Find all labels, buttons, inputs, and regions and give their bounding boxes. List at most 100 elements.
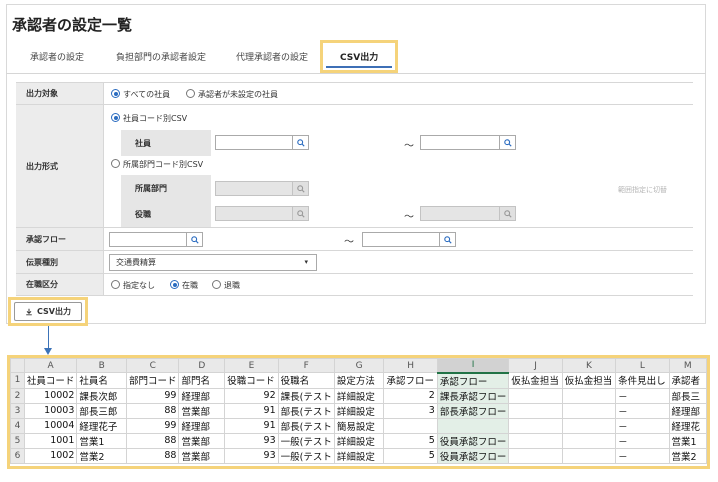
radio-by-employee-code[interactable] (111, 113, 120, 122)
row-header[interactable]: 5 (10, 432, 25, 449)
table-cell[interactable]: 承認フロー (383, 372, 438, 389)
table-cell[interactable]: 役員承認フロー (436, 432, 510, 449)
table-cell[interactable]: 条件見出し (615, 372, 670, 389)
table-cell[interactable]: 課長次郎 (76, 387, 127, 404)
table-cell[interactable]: 2 (383, 387, 438, 404)
position-to-input[interactable] (420, 206, 500, 221)
column-header[interactable]: G (333, 358, 385, 373)
row-header[interactable]: 2 (10, 387, 25, 404)
row-header[interactable]: 6 (10, 447, 25, 464)
table-cell[interactable]: 91 (224, 402, 279, 419)
row-header[interactable]: 3 (10, 402, 25, 419)
table-cell[interactable]: 承認者 (668, 372, 707, 389)
table-cell[interactable]: 1002 (23, 447, 78, 464)
approval-flow-to-input[interactable] (362, 232, 440, 247)
table-cell[interactable]: 88 (125, 432, 180, 449)
tab-approver-settings[interactable]: 承認者の設定 (30, 50, 84, 63)
csv-output-button[interactable]: CSV出力 (14, 302, 82, 321)
table-cell[interactable]: 営業1 (668, 432, 707, 449)
approval-flow-from-input[interactable] (109, 232, 187, 247)
table-cell[interactable]: 経理部 (668, 402, 707, 419)
table-cell[interactable]: 社員名 (76, 372, 127, 389)
radio-unset-employees[interactable] (186, 89, 195, 98)
table-cell[interactable]: 経理花 (668, 417, 707, 434)
table-cell[interactable]: － (615, 432, 670, 449)
table-cell[interactable] (508, 387, 563, 404)
table-cell[interactable]: 92 (224, 387, 279, 404)
table-cell[interactable]: － (615, 387, 670, 404)
column-header[interactable]: B (76, 358, 127, 373)
table-cell[interactable]: 詳細設定 (333, 432, 385, 449)
position-from-search-button[interactable] (292, 206, 309, 221)
column-header[interactable]: C (125, 358, 180, 373)
table-cell[interactable]: 91 (224, 417, 279, 434)
table-cell[interactable]: 課長承認フロー (436, 387, 510, 404)
table-cell[interactable]: 経理花子 (76, 417, 127, 434)
position-to-search-button[interactable] (499, 206, 516, 221)
column-header[interactable]: D (178, 358, 226, 373)
table-cell[interactable]: 93 (224, 447, 279, 464)
column-header[interactable]: F (277, 358, 335, 373)
table-cell[interactable]: 99 (125, 387, 180, 404)
table-cell[interactable]: 部長承認フロー (436, 402, 510, 419)
table-cell[interactable] (508, 402, 563, 419)
table-cell[interactable]: 設定方法 (333, 372, 385, 389)
table-cell[interactable]: 10003 (23, 402, 78, 419)
table-cell[interactable] (561, 417, 617, 434)
table-cell[interactable]: 88 (125, 402, 180, 419)
table-cell[interactable] (561, 447, 617, 464)
tab-proxy-approver[interactable]: 代理承認者の設定 (236, 50, 308, 63)
approval-flow-from-search-button[interactable] (186, 232, 203, 247)
table-cell[interactable] (508, 447, 563, 464)
column-header[interactable]: L (615, 358, 670, 373)
table-cell[interactable]: 99 (125, 417, 180, 434)
table-cell[interactable]: 一般(テスト (277, 432, 335, 449)
table-cell[interactable]: 5 (383, 432, 438, 449)
table-cell[interactable]: 1001 (23, 432, 78, 449)
tab-cost-department-approver[interactable]: 負担部門の承認者設定 (116, 50, 206, 63)
table-cell[interactable]: 部長(テスト (277, 417, 335, 434)
table-cell[interactable]: 部長三郎 (76, 402, 127, 419)
table-cell[interactable] (508, 417, 563, 434)
table-cell[interactable]: 営業2 (668, 447, 707, 464)
table-cell[interactable]: 88 (125, 447, 180, 464)
table-cell[interactable]: 簡易設定 (333, 417, 385, 434)
table-cell[interactable] (508, 432, 563, 449)
table-cell[interactable]: 役職コード (224, 372, 279, 389)
column-header[interactable]: H (383, 358, 438, 373)
table-cell[interactable]: 営業部 (178, 402, 226, 419)
table-cell[interactable]: 社員コード (23, 372, 78, 389)
table-cell[interactable]: 営業2 (76, 447, 127, 464)
table-cell[interactable] (561, 387, 617, 404)
range-toggle-link[interactable]: 範囲指定に切替 (618, 185, 667, 195)
table-cell[interactable] (383, 417, 438, 434)
approval-flow-to-search-button[interactable] (439, 232, 456, 247)
department-search-button[interactable] (292, 181, 309, 196)
table-cell[interactable]: 10004 (23, 417, 78, 434)
radio-retired[interactable] (212, 280, 221, 289)
table-cell[interactable]: 部長三 (668, 387, 707, 404)
column-header[interactable]: E (224, 358, 279, 373)
table-cell[interactable]: － (615, 402, 670, 419)
table-cell[interactable] (561, 402, 617, 419)
table-cell[interactable]: 営業部 (178, 432, 226, 449)
table-cell[interactable]: 詳細設定 (333, 387, 385, 404)
radio-by-department-code[interactable] (111, 159, 120, 168)
column-header[interactable]: J (508, 358, 563, 373)
table-cell[interactable]: 部門コード (125, 372, 180, 389)
employee-from-input[interactable] (215, 135, 293, 150)
radio-employed[interactable] (170, 280, 179, 289)
employee-to-search-button[interactable] (499, 135, 516, 150)
table-cell[interactable]: 課長(テスト (277, 387, 335, 404)
table-cell[interactable]: 詳細設定 (333, 447, 385, 464)
table-cell[interactable]: 営業1 (76, 432, 127, 449)
column-header[interactable]: A (23, 358, 78, 373)
table-cell[interactable]: 10002 (23, 387, 78, 404)
position-from-input[interactable] (215, 206, 293, 221)
table-cell[interactable]: 5 (383, 447, 438, 464)
radio-all-employees[interactable] (111, 89, 120, 98)
table-cell[interactable]: 役職名 (277, 372, 335, 389)
table-cell[interactable]: 経理部 (178, 417, 226, 434)
employee-to-input[interactable] (420, 135, 500, 150)
table-cell[interactable]: 仮払金担当 (508, 372, 563, 389)
